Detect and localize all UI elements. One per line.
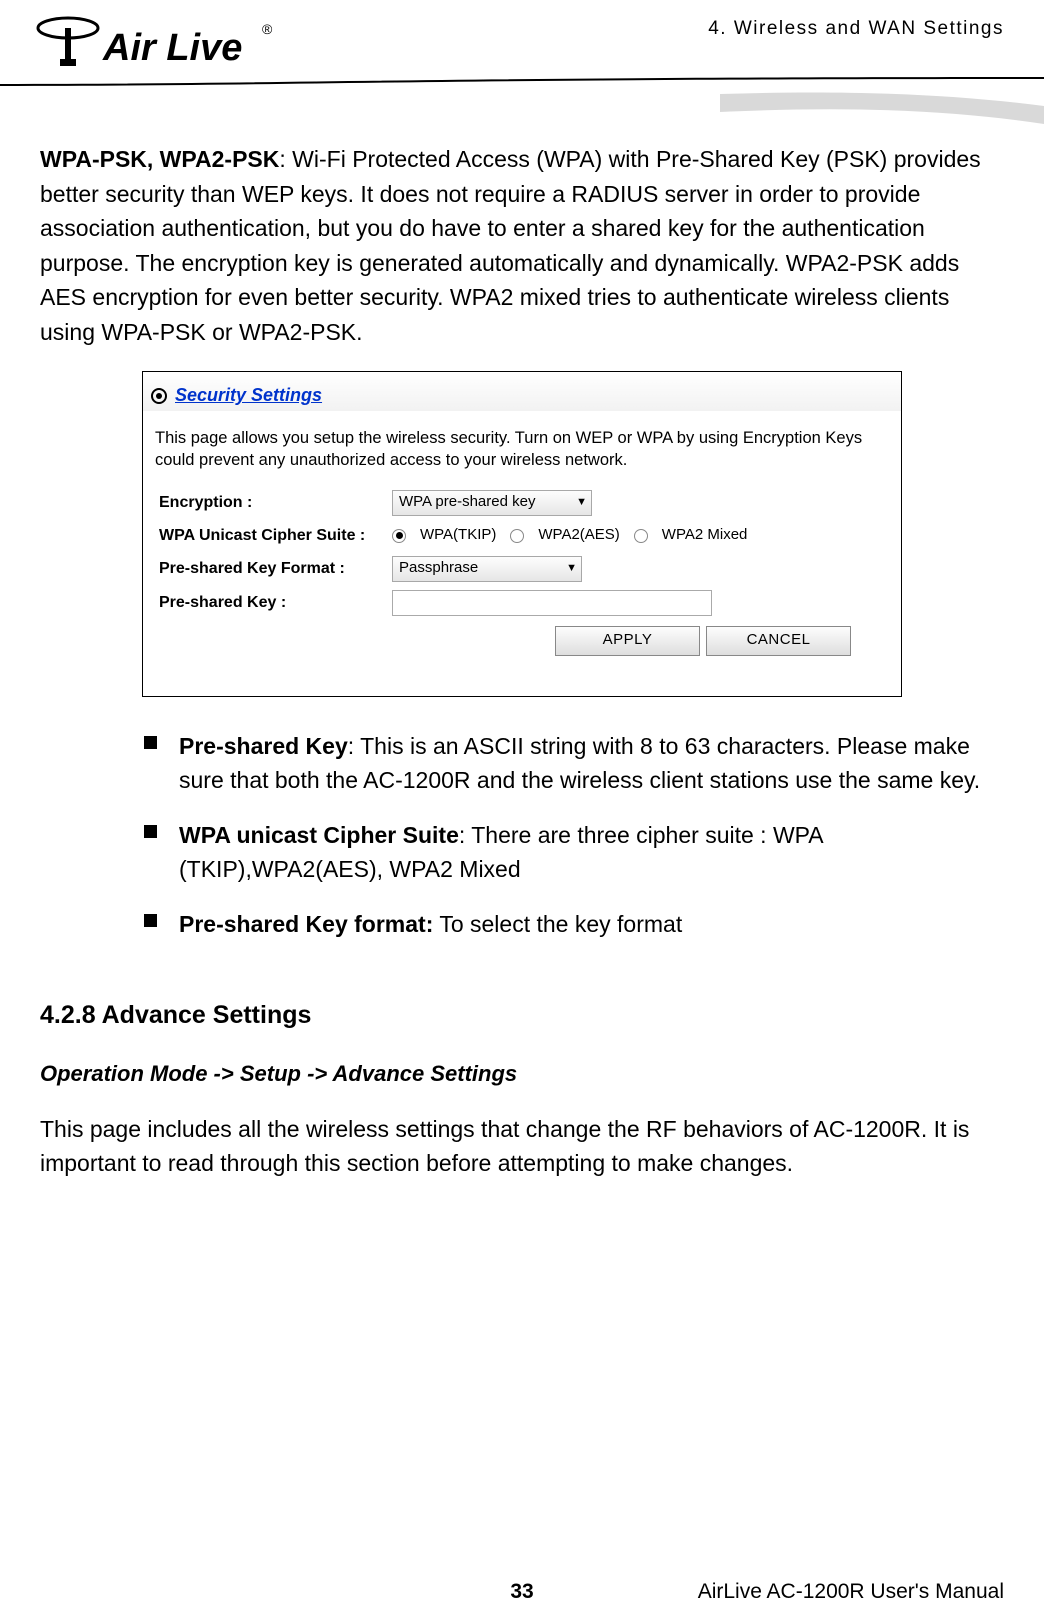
preshared-key-input[interactable] [392,590,712,616]
encryption-select-value: WPA pre-shared key [399,491,535,514]
page-header: Air Live ® 4. Wireless and WAN Settings [0,0,1044,100]
panel-header: Security Settings [143,372,901,411]
bullet3-text: To select the key format [433,911,682,937]
list-item: WPA unicast Cipher Suite: There are thre… [144,818,1004,887]
chevron-down-icon: ▼ [566,560,577,577]
row-key: Pre-shared Key : [155,590,889,616]
cipher-radiogroup: WPA(TKIP) WPA2(AES) WPA2 Mixed [392,524,747,547]
section-description: This page includes all the wireless sett… [40,1112,1004,1181]
section-heading: 4.2.8 Advance Settings [40,997,1004,1035]
bullet-list: Pre-shared Key: This is an ASCII string … [40,729,1004,942]
radio-wpa2-aes[interactable] [510,529,524,543]
row-encryption: Encryption : WPA pre-shared key ▼ [155,490,889,516]
intro-paragraph: WPA-PSK, WPA2-PSK: Wi-Fi Protected Acces… [40,142,1004,349]
intro-text: : Wi-Fi Protected Access (WPA) with Pre-… [40,146,981,345]
square-bullet-icon [144,736,157,749]
manual-title: AirLive AC-1200R User's Manual [698,1580,1004,1604]
square-bullet-icon [144,914,157,927]
radio-wpa-tkip[interactable] [392,529,406,543]
chevron-down-icon: ▼ [576,494,587,511]
security-settings-screenshot: Security Settings This page allows you s… [142,371,902,697]
panel-title: Security Settings [175,382,322,409]
bullet2-bold: WPA unicast Cipher Suite [179,822,459,848]
radio-wpa2-aes-label: WPA2(AES) [538,524,619,547]
label-format: Pre-shared Key Format : [155,557,392,581]
square-bullet-icon [144,825,157,838]
bullet1-bold: Pre-shared Key [179,733,348,759]
airlive-logo: Air Live ® [30,10,280,85]
radio-wpa2-mixed[interactable] [634,529,648,543]
bullet-icon [151,388,167,404]
cancel-button[interactable]: CANCEL [706,626,851,656]
chapter-title: 4. Wireless and WAN Settings [708,18,1004,40]
radio-wpa2-mixed-label: WPA2 Mixed [662,524,748,547]
label-key: Pre-shared Key : [155,591,392,615]
row-format: Pre-shared Key Format : Passphrase ▼ [155,556,889,582]
bullet3-bold: Pre-shared Key format: [179,911,433,937]
label-cipher: WPA Unicast Cipher Suite : [155,524,392,548]
list-item: Pre-shared Key: This is an ASCII string … [144,729,1004,798]
header-divider-swoosh [0,76,1044,126]
radio-wpa-tkip-label: WPA(TKIP) [420,524,496,547]
row-cipher: WPA Unicast Cipher Suite : WPA(TKIP) WPA… [155,524,889,548]
encryption-select[interactable]: WPA pre-shared key ▼ [392,490,592,516]
panel-body: This page allows you setup the wireless … [143,411,901,696]
label-encryption: Encryption : [155,491,392,515]
svg-text:Air Live: Air Live [102,27,242,69]
button-row: APPLY CANCEL [555,626,889,656]
page-number: 33 [510,1580,533,1604]
list-item: Pre-shared Key format: To select the key… [144,907,1004,942]
svg-text:®: ® [262,21,273,37]
panel-description: This page allows you setup the wireless … [155,427,889,472]
breadcrumb: Operation Mode -> Setup -> Advance Setti… [40,1057,1004,1090]
format-select-value: Passphrase [399,557,478,580]
format-select[interactable]: Passphrase ▼ [392,556,582,582]
apply-button[interactable]: APPLY [555,626,700,656]
intro-lead-bold: WPA-PSK, WPA2-PSK [40,146,279,172]
